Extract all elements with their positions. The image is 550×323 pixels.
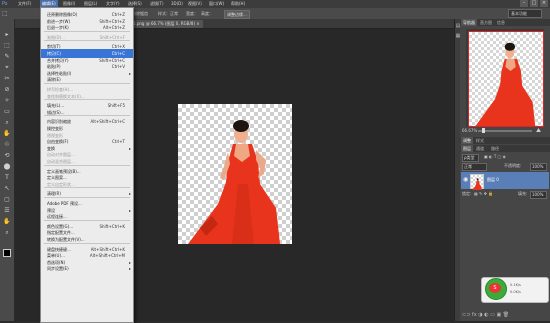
- menu-3d[interactable]: 3D(D): [171, 0, 183, 8]
- workspace-select[interactable]: 基本功能: [508, 9, 542, 18]
- adjustments-tab-bar: 调整 样式: [460, 137, 550, 144]
- fill-field[interactable]: 100%: [530, 191, 547, 199]
- navigator-tab-bar: 导航器 直方图 信息: [460, 19, 550, 26]
- style-label: 样式：: [158, 11, 170, 16]
- tool-icon[interactable]: ↖: [3, 185, 11, 192]
- zoom-value[interactable]: 66.67%: [462, 127, 477, 134]
- menu-window[interactable]: 窗口(W): [209, 0, 224, 8]
- tab-adjustments[interactable]: 调整: [461, 137, 473, 144]
- blend-row: 正常 不透明度: 100%: [462, 162, 548, 171]
- navigator-view-box[interactable]: [468, 31, 544, 127]
- layer-thumbnail-image: [472, 178, 482, 190]
- opacity-label: 不透明度:: [504, 163, 522, 168]
- tab-styles[interactable]: 样式: [476, 137, 484, 144]
- tab-histogram[interactable]: 直方图: [480, 19, 492, 26]
- tool-icon[interactable]: ♲: [3, 141, 11, 148]
- menu-separator: [44, 115, 130, 117]
- lock-fill-row: 锁定: ▦ ✎ ✥ 🔒 填充: 100%: [462, 190, 548, 199]
- menu-separator: [44, 40, 130, 42]
- fill-label: 填充:: [518, 191, 528, 196]
- tool-icon[interactable]: ✋: [3, 218, 11, 225]
- navigator-thumbnail-image: [475, 42, 536, 126]
- tab-navigator[interactable]: 导航器: [461, 19, 477, 26]
- lock-icons[interactable]: ▦ ✎ ✥ 🔒: [474, 190, 493, 198]
- menu-item-label: 同步设置(E): [47, 266, 69, 272]
- menu-separator: [44, 164, 130, 166]
- window-controls: – □ ×: [520, 0, 548, 8]
- woman-red-dress-image: [188, 120, 280, 244]
- tool-icon[interactable]: T: [3, 174, 11, 181]
- tool-icon[interactable]: ⟲: [3, 152, 11, 159]
- foreground-color-swatch[interactable]: [3, 249, 11, 257]
- tool-icon[interactable]: ✧: [3, 97, 11, 104]
- tool-icon[interactable]: ⊘: [3, 86, 11, 93]
- layer-thumbnail: [470, 174, 484, 190]
- zoom-slider[interactable]: [478, 130, 532, 132]
- minimize-button[interactable]: –: [520, 0, 528, 7]
- layers-tab-bar: 图层 通道 路径: [460, 145, 550, 152]
- right-panels: 导航器 直方图 信息 66.67% ⛰ 调整 样式 图层 通道 路径 ρ类型 ▣…: [460, 19, 550, 321]
- tool-icon[interactable]: ⌕: [3, 119, 11, 126]
- marquee-tool-icon[interactable]: ⬚: [2, 10, 8, 17]
- menu-separator: [44, 197, 130, 198]
- menu-separator: [44, 99, 130, 101]
- refine-edge-button[interactable]: 调整边缘...: [224, 10, 250, 19]
- tool-icon[interactable]: ☰: [3, 207, 11, 214]
- style-select[interactable]: 正常: [170, 10, 178, 17]
- photoshop-logo-icon: Ps: [2, 1, 8, 7]
- blend-mode-select[interactable]: 正常: [462, 163, 487, 171]
- menu-help[interactable]: 帮助(H): [231, 0, 245, 8]
- submenu-arrow-icon: ▸: [128, 266, 131, 272]
- tab-channels[interactable]: 通道: [476, 145, 484, 152]
- menu-separator: [44, 30, 130, 32]
- menu-separator: [44, 83, 130, 84]
- tool-icon[interactable]: ▭: [3, 108, 11, 115]
- document-canvas[interactable]: [178, 104, 292, 244]
- tool-icon[interactable]: ⌖: [3, 64, 11, 71]
- height-label: 高度：: [201, 11, 213, 16]
- tool-icon[interactable]: ✂: [3, 75, 11, 82]
- sogou-logo-mark: S: [489, 283, 501, 293]
- menu-separator: [44, 219, 130, 221]
- tab-info[interactable]: 信息: [497, 19, 505, 26]
- antialias-checkbox[interactable]: 消除锯齿: [132, 10, 148, 17]
- opacity-field[interactable]: 100%: [530, 163, 547, 171]
- maximize-button[interactable]: □: [530, 0, 538, 7]
- download-speed: 0.0K/s: [510, 290, 521, 294]
- layer-filter-row: ρ类型 ▣ ◐ T ▢ ◈: [462, 153, 548, 162]
- visibility-eye-icon[interactable]: ◉: [463, 176, 468, 183]
- close-button[interactable]: ×: [540, 0, 548, 7]
- tool-icon[interactable]: ✋: [3, 130, 11, 137]
- menu-file[interactable]: 文件(F): [18, 0, 31, 8]
- edit-menu-item[interactable]: 同步设置(E) ▸: [41, 264, 133, 273]
- width-label: 宽度：: [186, 11, 198, 16]
- menu-separator: [44, 242, 130, 244]
- upload-speed: 0.1K/s: [510, 283, 521, 287]
- tool-icon[interactable]: ⬤: [3, 163, 11, 170]
- menu-view[interactable]: 视图(V): [188, 0, 202, 8]
- layer-name[interactable]: 图层 0: [487, 177, 499, 183]
- tool-icon[interactable]: ⬚: [3, 42, 11, 49]
- menu-separator: [44, 187, 130, 189]
- tool-icon[interactable]: ⌕: [3, 229, 11, 236]
- tool-icon[interactable]: ▢: [3, 196, 11, 203]
- tool-icon[interactable]: ▸: [3, 31, 11, 38]
- zoom-in-icon[interactable]: ⛰: [536, 127, 541, 134]
- zoom-slider-thumb[interactable]: [482, 128, 485, 133]
- layer-kind-select[interactable]: ρ类型: [462, 154, 479, 162]
- menu-filter[interactable]: 滤镜(T): [150, 0, 164, 8]
- tab-paths[interactable]: 路径: [491, 145, 499, 152]
- document-tab[interactable]: 1.png @ 66.7% (图层 0, RGB/8) ×: [130, 20, 203, 28]
- filter-icons[interactable]: ▣ ◐ T ▢ ◈: [484, 153, 506, 161]
- lock-label: 锁定:: [462, 191, 472, 196]
- tab-layers[interactable]: 图层: [461, 145, 473, 152]
- tool-icon[interactable]: ✎: [3, 53, 11, 60]
- edit-menu-dropdown: 还原删除图像(O) Ctrl+Z 前进一步(W) Shift+Ctrl+Z 后退一步(K…: [40, 7, 134, 323]
- tools-panel: ▸ ⬚ ✎ ⌖ ✂ ⊘ ✧ ▭ ⌕ ✋ ♲ ⟲ ⬤ T ↖ ▢ ☰ ✋ ⌕: [0, 19, 15, 321]
- layers-footer-icons[interactable]: ⊂⊃ fx ◑ ◐ ▭ ▣ 🗑: [462, 311, 548, 319]
